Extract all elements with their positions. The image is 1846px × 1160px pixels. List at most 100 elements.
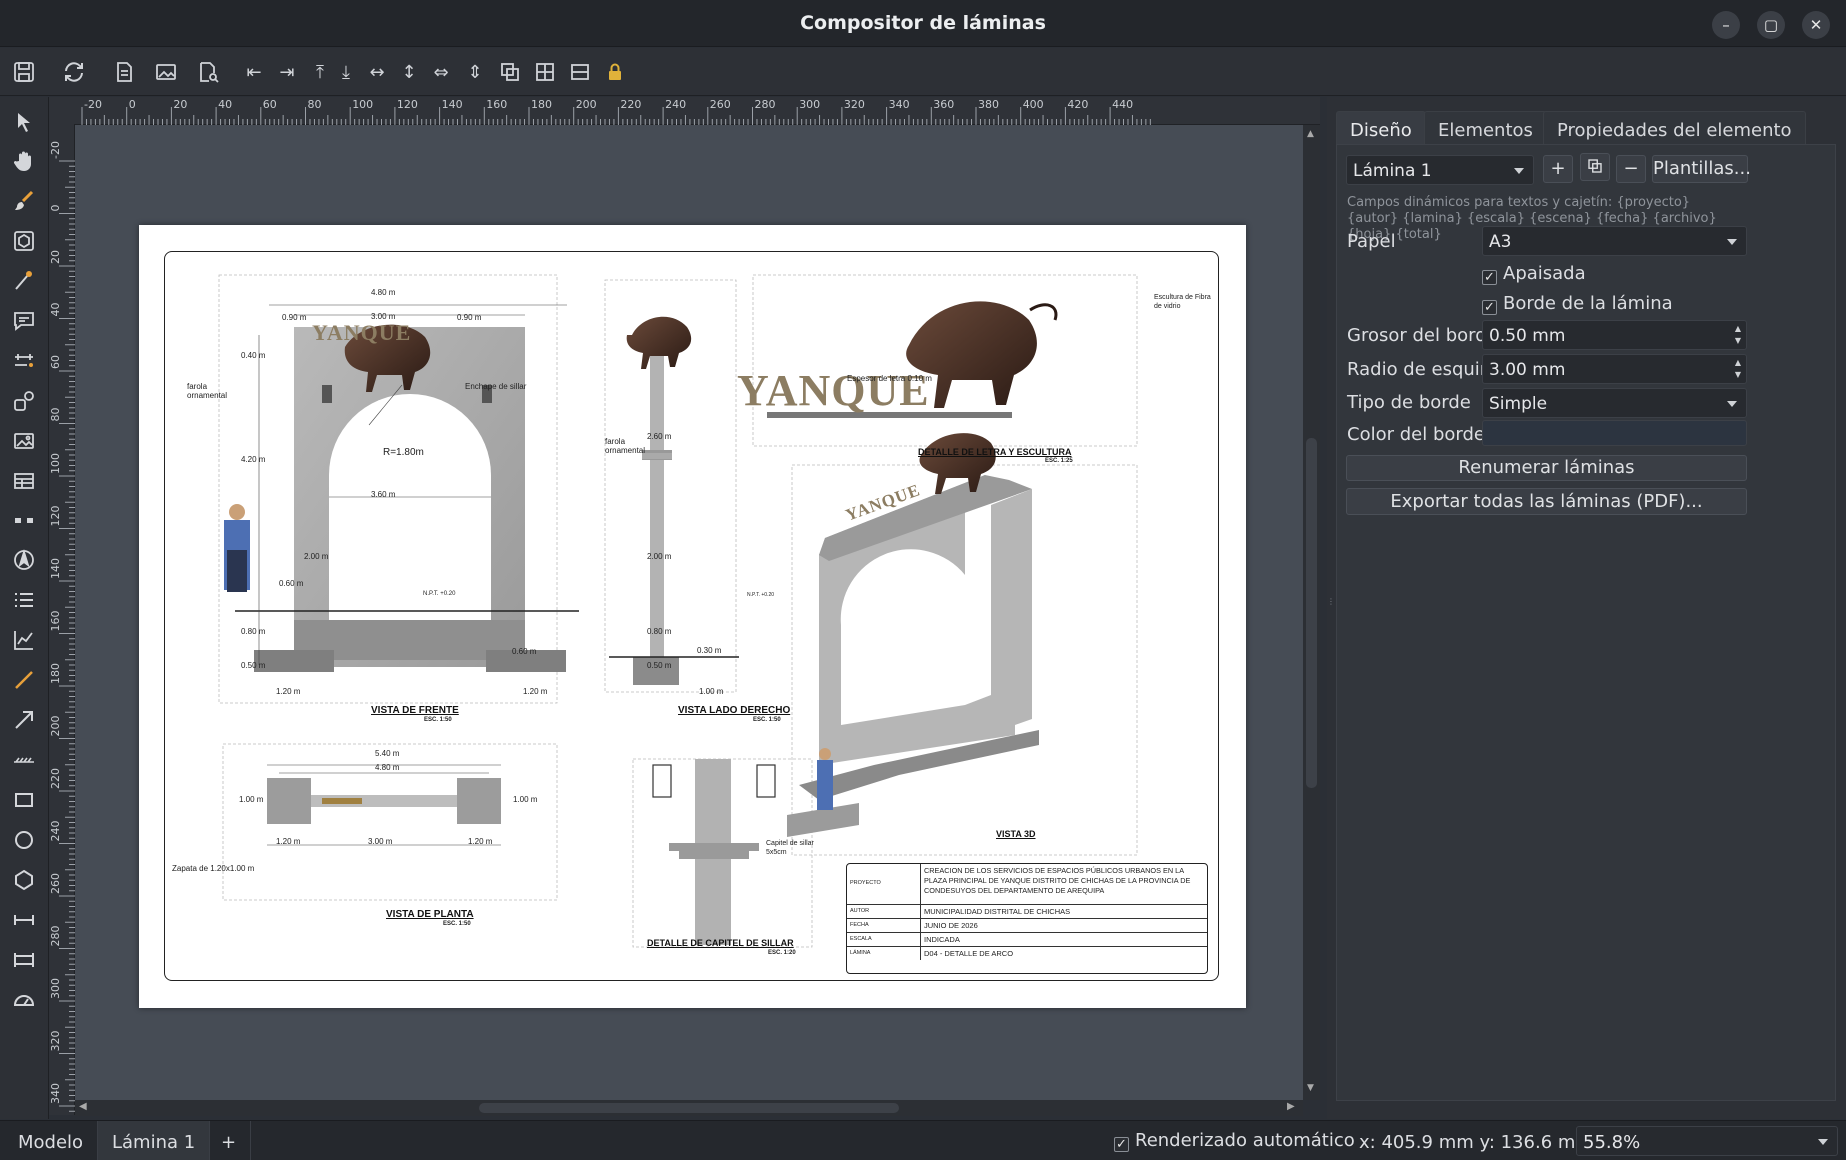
ungroup-icon[interactable] bbox=[566, 58, 594, 86]
checkbox-check-icon: ✓ bbox=[1114, 1137, 1129, 1152]
image-tool-icon[interactable] bbox=[9, 426, 39, 456]
ruler-label: 20 bbox=[173, 98, 187, 111]
center-vertical-icon[interactable]: ↕ bbox=[395, 58, 423, 86]
hatch-tool-icon[interactable] bbox=[9, 745, 39, 775]
dim-label: 2.00 m bbox=[304, 552, 329, 561]
list-tool-icon[interactable] bbox=[9, 585, 39, 615]
tab-diseno[interactable]: Diseño bbox=[1336, 111, 1426, 144]
sheet-paper[interactable]: YANQUE YANQUE YANQUE 4.80 m 3.00 m 0.90 … bbox=[139, 225, 1246, 1008]
close-button[interactable]: ✕ bbox=[1802, 11, 1830, 39]
spin-arrows-icon[interactable]: ▲ ▼ bbox=[1732, 357, 1744, 381]
checkbox-check-icon: ✓ bbox=[1482, 300, 1497, 315]
horizontal-scroll-thumb[interactable] bbox=[479, 1103, 899, 1113]
title-block-key: AUTOR bbox=[850, 908, 870, 914]
refresh-icon[interactable] bbox=[60, 58, 88, 86]
group-icon[interactable] bbox=[496, 58, 524, 86]
save-icon[interactable] bbox=[10, 58, 38, 86]
circle-tool-icon[interactable] bbox=[9, 825, 39, 855]
dim-label: 1.00 m bbox=[513, 795, 538, 804]
scroll-down-icon[interactable]: ▼ bbox=[1307, 1083, 1314, 1093]
pencil-line-tool-icon[interactable] bbox=[9, 665, 39, 695]
spin-arrows-icon[interactable]: ▲ ▼ bbox=[1732, 323, 1744, 347]
tab-lamina-1[interactable]: Lámina 1 bbox=[98, 1121, 211, 1160]
measure-tool-icon[interactable] bbox=[9, 985, 39, 1015]
tab-elementos[interactable]: Elementos bbox=[1424, 111, 1547, 144]
center-horizontal-icon[interactable]: ↔ bbox=[363, 58, 391, 86]
align-left-icon[interactable]: ⇤ bbox=[240, 58, 268, 86]
ruler-label: 100 bbox=[352, 98, 373, 111]
sheet-border-checkbox[interactable]: ✓ Borde de la lámina bbox=[1482, 293, 1673, 315]
side-column bbox=[609, 316, 739, 685]
line-tool-icon[interactable] bbox=[9, 266, 39, 296]
chart-tool-icon[interactable] bbox=[9, 625, 39, 655]
align-top-icon[interactable]: ⤒ bbox=[306, 58, 334, 86]
border-width-input[interactable]: 0.50 mm ▲ ▼ bbox=[1482, 320, 1747, 350]
arrow-tool-icon[interactable] bbox=[9, 705, 39, 735]
landscape-checkbox[interactable]: ✓ Apaisada bbox=[1482, 263, 1586, 285]
grid-icon[interactable] bbox=[531, 58, 559, 86]
corner-radius-input[interactable]: 3.00 mm ▲ ▼ bbox=[1482, 354, 1747, 384]
linear-dimension-tool-icon[interactable] bbox=[9, 905, 39, 935]
align-right-icon[interactable]: ⇥ bbox=[273, 58, 301, 86]
scroll-right-icon[interactable]: ▶ bbox=[1287, 1101, 1295, 1112]
table-tool-icon[interactable] bbox=[9, 466, 39, 496]
select-tool-icon[interactable] bbox=[9, 107, 39, 137]
scale-bar-tool-icon[interactable] bbox=[9, 505, 39, 535]
add-text-icon[interactable] bbox=[110, 58, 138, 86]
sheet-select[interactable]: Lámina 1 bbox=[1346, 155, 1534, 185]
tab-modelo[interactable]: Modelo bbox=[4, 1121, 99, 1160]
detail-yanque-text: YANQUE bbox=[737, 366, 930, 415]
border-width-value: 0.50 mm bbox=[1489, 326, 1566, 346]
zoom-select[interactable]: 55.8% bbox=[1576, 1126, 1838, 1156]
export-all-pdf-button[interactable]: Exportar todas las láminas (PDF)... bbox=[1346, 488, 1747, 515]
dim-label: 1.20 m bbox=[276, 837, 301, 846]
escultura-note: Escultura de Fibra de vidrio bbox=[1154, 294, 1211, 310]
north-arrow-tool-icon[interactable] bbox=[9, 545, 39, 575]
view-scale-plan: ESC. 1:50 bbox=[443, 921, 471, 927]
border-color-swatch[interactable] bbox=[1482, 420, 1747, 446]
capitel-note: Capitel de sillar 5x5cm bbox=[766, 840, 814, 856]
ruler-label: 160 bbox=[49, 611, 62, 632]
ruler-label: 40 bbox=[218, 98, 232, 111]
distribute-vertical-icon[interactable]: ⇕ bbox=[461, 58, 489, 86]
add-sheet-tab-button[interactable]: + bbox=[207, 1121, 252, 1160]
level-dimension-tool-icon[interactable] bbox=[9, 945, 39, 975]
vertical-scrollbar[interactable]: ▲ ▼ bbox=[1303, 125, 1320, 1100]
rectangle-tool-icon[interactable] bbox=[9, 785, 39, 815]
pan-tool-icon[interactable] bbox=[9, 146, 39, 176]
ruler-label: 220 bbox=[49, 768, 62, 789]
remove-sheet-button[interactable]: − bbox=[1616, 155, 1646, 183]
view-scale-side: ESC. 1:50 bbox=[753, 717, 781, 723]
border-type-select[interactable]: Simple bbox=[1482, 388, 1747, 418]
add-sheet-button[interactable]: + bbox=[1543, 155, 1573, 183]
auto-render-checkbox[interactable]: ✓ Renderizado automático bbox=[1114, 1130, 1355, 1152]
add-image-icon[interactable] bbox=[152, 58, 180, 86]
distribute-horizontal-icon[interactable]: ⇔ bbox=[427, 58, 455, 86]
maximize-button[interactable]: ▢ bbox=[1757, 11, 1785, 39]
dim-label: 1.20 m bbox=[276, 687, 301, 696]
align-bottom-icon[interactable]: ⤓ bbox=[332, 58, 360, 86]
duplicate-sheet-button[interactable] bbox=[1580, 153, 1610, 181]
add-view-icon[interactable] bbox=[194, 58, 222, 86]
link-tool-icon[interactable] bbox=[9, 386, 39, 416]
horizontal-scrollbar[interactable]: ◀ ▶ bbox=[75, 1100, 1303, 1116]
scroll-up-icon[interactable]: ▲ bbox=[1307, 129, 1314, 139]
panel-splitter-handle[interactable]: ⋮ bbox=[1327, 597, 1335, 621]
scroll-left-icon[interactable]: ◀ bbox=[79, 1101, 87, 1112]
lock-icon[interactable] bbox=[601, 58, 629, 86]
comment-tool-icon[interactable] bbox=[9, 306, 39, 336]
capitel-view bbox=[652, 759, 776, 945]
minimize-button[interactable]: – bbox=[1712, 11, 1740, 39]
paper-select[interactable]: A3 bbox=[1482, 226, 1747, 256]
tab-propiedades-elemento[interactable]: Propiedades del elemento bbox=[1543, 111, 1806, 144]
renumber-sheets-button[interactable]: Renumerar láminas bbox=[1346, 455, 1747, 481]
ruler-label: 260 bbox=[49, 873, 62, 894]
vertical-scroll-thumb[interactable] bbox=[1306, 438, 1317, 788]
component-tool-icon[interactable] bbox=[9, 226, 39, 256]
dimension-tool-icon[interactable] bbox=[9, 346, 39, 376]
templates-button[interactable]: Plantillas... bbox=[1652, 155, 1751, 183]
title-block-key: FECHA bbox=[850, 922, 869, 928]
border-color-label: Color del borde bbox=[1347, 424, 1485, 445]
polygon-tool-icon[interactable] bbox=[9, 865, 39, 895]
brush-tool-icon[interactable] bbox=[9, 186, 39, 216]
